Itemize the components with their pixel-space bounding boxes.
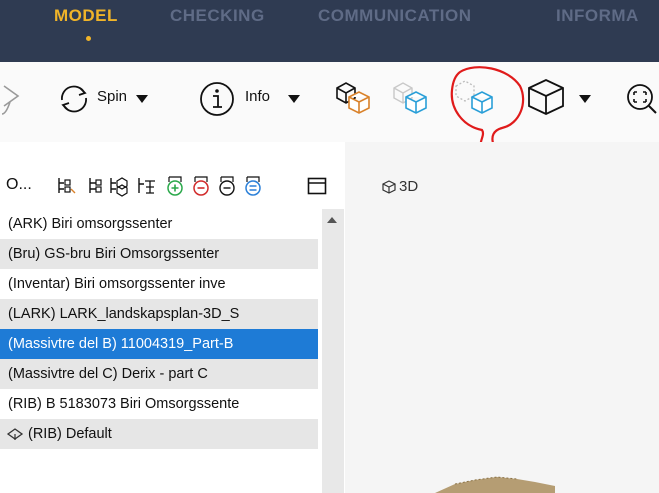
- tab-model[interactable]: MODEL: [54, 6, 118, 26]
- cube-show-all-icon[interactable]: [331, 78, 381, 118]
- list-item[interactable]: (RIB) B 5183073 Biri Omsorgssente: [0, 389, 318, 419]
- list-scrollbar[interactable]: [322, 209, 344, 493]
- list-item-selected[interactable]: (Massivtre del B) 11004319_Part-B: [0, 329, 318, 359]
- panel-window-icon[interactable]: [306, 175, 328, 197]
- zoom-extents-icon[interactable]: [622, 80, 659, 116]
- cube-isolate-icon[interactable]: [450, 76, 500, 118]
- models-panel: O... (ARK) Biri omsorgssenter (Bru) GS-b…: [0, 164, 345, 493]
- cube-ghost-icon[interactable]: [388, 78, 438, 118]
- spin-icon[interactable]: [54, 82, 94, 116]
- main-nav: MODEL CHECKING COMMUNICATION INFORMA: [0, 0, 659, 62]
- tab-communication[interactable]: COMMUNICATION: [318, 6, 472, 26]
- model-properties-icon[interactable]: [242, 175, 264, 197]
- info-label[interactable]: Info: [245, 88, 270, 105]
- tab-information[interactable]: INFORMA: [556, 6, 639, 26]
- list-item[interactable]: (RIB) Default: [0, 419, 318, 449]
- tree-expand-icon[interactable]: [56, 175, 76, 197]
- active-tab-indicator: [86, 36, 91, 41]
- view-mode-label: 3D: [399, 178, 419, 195]
- 3d-viewport[interactable]: 3D: [345, 142, 659, 493]
- info-dropdown-caret[interactable]: [288, 95, 300, 103]
- list-item[interactable]: (Inventar) Biri omsorgssenter inve: [0, 269, 318, 299]
- undo-icon[interactable]: [0, 80, 26, 120]
- tab-checking[interactable]: CHECKING: [170, 6, 265, 26]
- info-icon[interactable]: [197, 80, 237, 118]
- tree-objects-icon[interactable]: [108, 175, 130, 197]
- scroll-up-arrow-icon[interactable]: [327, 217, 337, 223]
- cube-view-icon[interactable]: [524, 74, 570, 120]
- model-lock-icon[interactable]: [216, 175, 238, 197]
- list-item[interactable]: (Massivtre del C) Derix - part C: [0, 359, 318, 389]
- cube-view-dropdown-caret[interactable]: [579, 95, 591, 103]
- list-item[interactable]: (ARK) Biri omsorgssenter: [0, 209, 318, 239]
- models-panel-header: O...: [0, 164, 345, 209]
- remove-model-icon[interactable]: [190, 175, 212, 197]
- panel-title: O...: [6, 176, 32, 193]
- model-layer-icon: [6, 428, 24, 440]
- tree-structure-icon[interactable]: [136, 175, 158, 197]
- add-model-icon[interactable]: [164, 175, 186, 197]
- spin-label[interactable]: Spin: [97, 88, 127, 105]
- list-item[interactable]: (LARK) LARK_landskapsplan-3D_S: [0, 299, 318, 329]
- view-cube-icon: [382, 180, 396, 194]
- list-item[interactable]: (Bru) GS-bru Biri Omsorgssenter: [0, 239, 318, 269]
- tree-collapse-icon[interactable]: [86, 175, 104, 197]
- terrain-model-fragment: [435, 476, 555, 493]
- spin-dropdown-caret[interactable]: [136, 95, 148, 103]
